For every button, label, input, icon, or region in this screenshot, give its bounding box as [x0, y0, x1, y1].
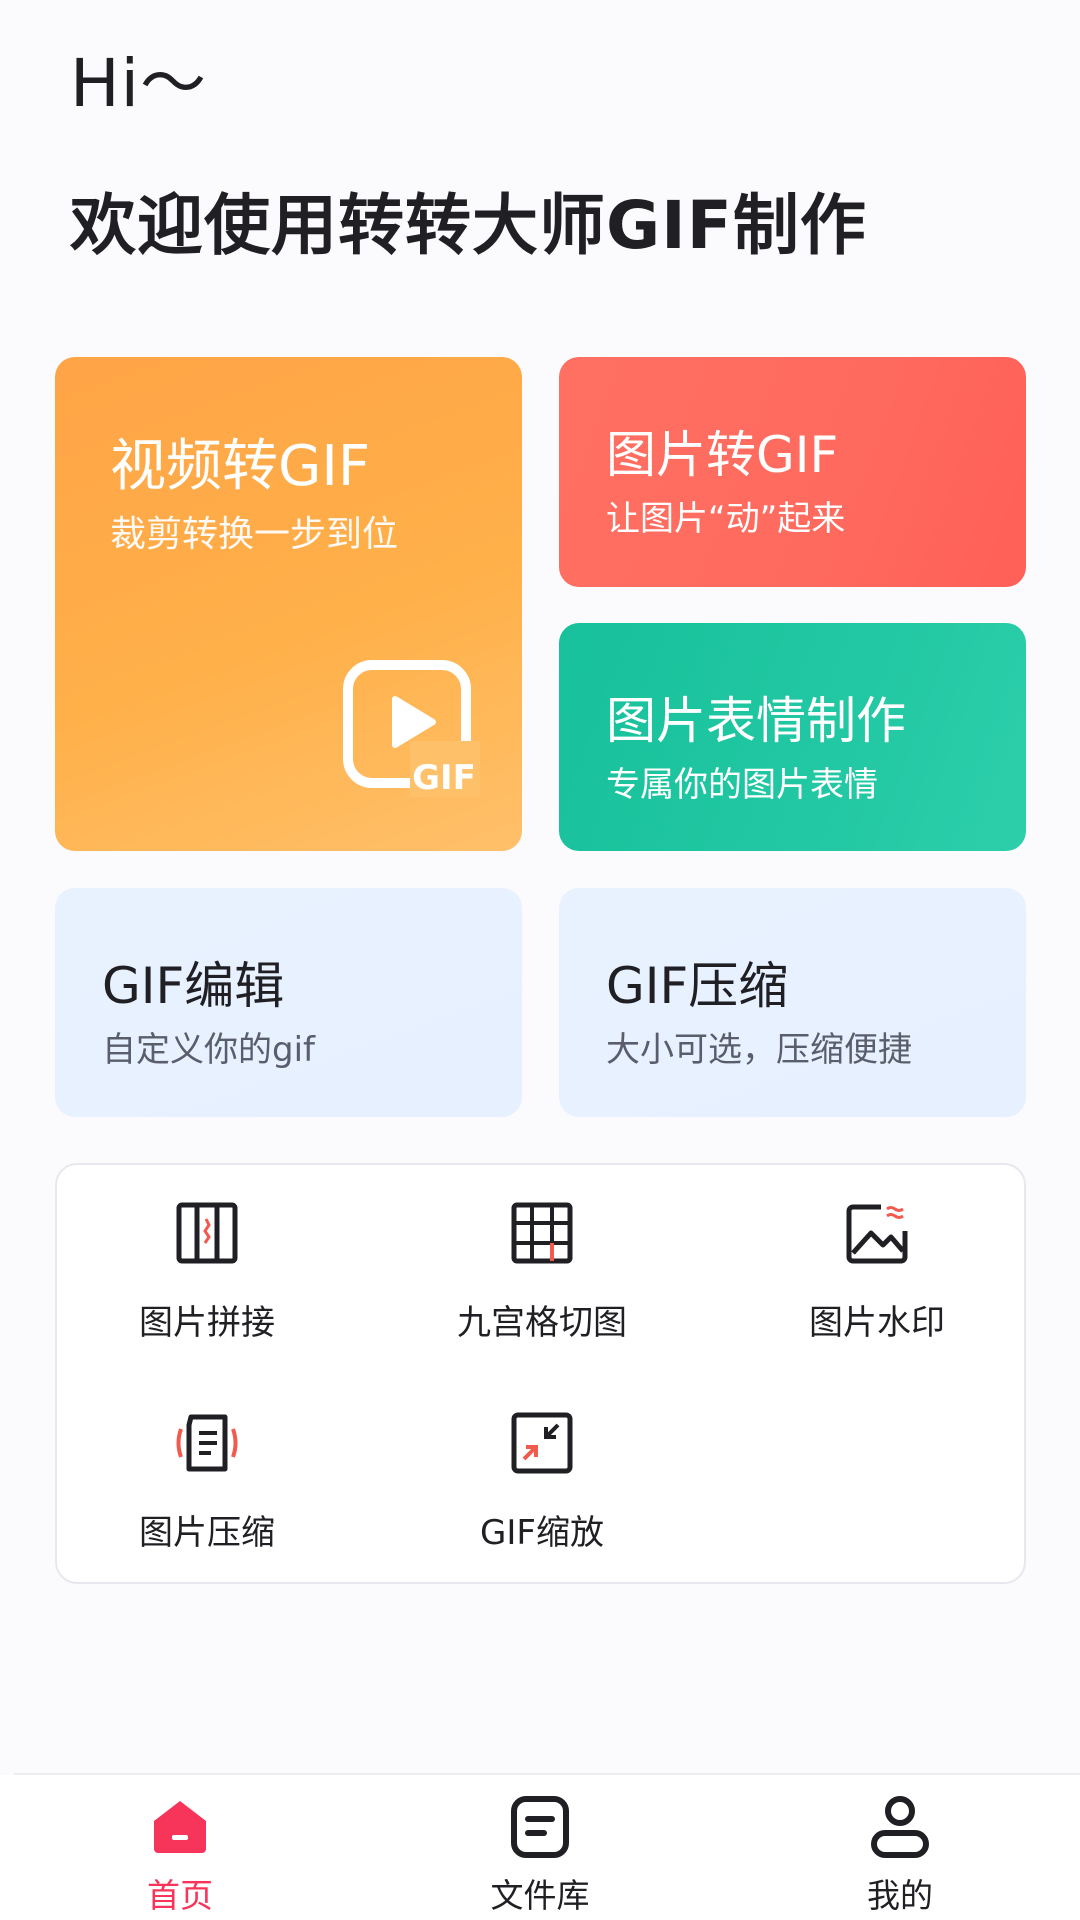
tab-label: 首页 [147, 1876, 213, 1915]
image-to-gif-title: 图片转GIF [606, 426, 839, 484]
welcome-title: 欢迎使用转转大师GIF制作 [70, 187, 867, 264]
bottom-tab-bar: 首页 文件库 我的 [0, 1775, 1080, 1920]
gif-icon-text: GIF [412, 758, 476, 797]
video-to-gif-title: 视频转GIF [110, 434, 371, 499]
grid-cut-icon [511, 1202, 573, 1264]
tool-image-watermark[interactable]: 图片水印 [747, 1165, 1007, 1343]
video-to-gif-card[interactable]: 视频转GIF 裁剪转换一步到位 GIF [55, 357, 522, 851]
emoji-maker-title: 图片表情制作 [606, 692, 906, 750]
file-library-icon [511, 1796, 569, 1858]
home-screen: Hi～ 欢迎使用转转大师GIF制作 视频转GIF 裁剪转换一步到位 GIF 图片… [0, 0, 1080, 1920]
tool-image-stitch[interactable]: 图片拼接 [77, 1165, 337, 1343]
home-icon [154, 1801, 206, 1853]
greeting-text: Hi～ [70, 45, 207, 122]
video-gif-icon: GIF [343, 660, 480, 797]
gif-compress-card[interactable]: GIF压缩 大小可选，压缩便捷 [559, 888, 1026, 1117]
gif-edit-card[interactable]: GIF编辑 自定义你的gif [55, 888, 522, 1117]
gif-edit-subtitle: 自定义你的gif [102, 1030, 315, 1070]
tool-gif-scale[interactable]: GIF缩放 [412, 1375, 672, 1553]
emoji-maker-subtitle: 专属你的图片表情 [606, 765, 878, 805]
tools-panel: 图片拼接 九宫格切图 图片水印 图片压缩 GIF缩放 [55, 1163, 1026, 1584]
image-to-gif-card[interactable]: 图片转GIF 让图片“动”起来 [559, 357, 1026, 587]
profile-icon [871, 1796, 929, 1858]
tool-label: 图片压缩 [139, 1513, 275, 1553]
emoji-maker-card[interactable]: 图片表情制作 专属你的图片表情 [559, 623, 1026, 851]
gif-edit-title: GIF编辑 [102, 957, 285, 1015]
image-watermark-icon [846, 1204, 908, 1264]
tab-label: 文件库 [490, 1876, 590, 1915]
tool-label: 图片拼接 [139, 1303, 275, 1343]
tab-label: 我的 [867, 1876, 933, 1915]
gif-scale-icon [511, 1412, 573, 1474]
tab-profile[interactable]: 我的 [800, 1795, 1000, 1915]
image-compress-icon [176, 1414, 238, 1472]
image-to-gif-subtitle: 让图片“动”起来 [606, 499, 846, 539]
tool-label: 九宫格切图 [457, 1303, 627, 1343]
tool-grid-cut[interactable]: 九宫格切图 [412, 1165, 672, 1343]
tool-label: GIF缩放 [480, 1513, 604, 1553]
gif-compress-title: GIF压缩 [606, 957, 789, 1015]
tool-image-compress[interactable]: 图片压缩 [77, 1375, 337, 1553]
tab-home[interactable]: 首页 [80, 1795, 280, 1915]
image-stitch-icon [176, 1202, 238, 1264]
tool-label: 图片水印 [809, 1303, 945, 1343]
tab-file-library[interactable]: 文件库 [440, 1795, 640, 1915]
gif-compress-subtitle: 大小可选，压缩便捷 [606, 1030, 912, 1070]
video-to-gif-subtitle: 裁剪转换一步到位 [110, 514, 399, 555]
